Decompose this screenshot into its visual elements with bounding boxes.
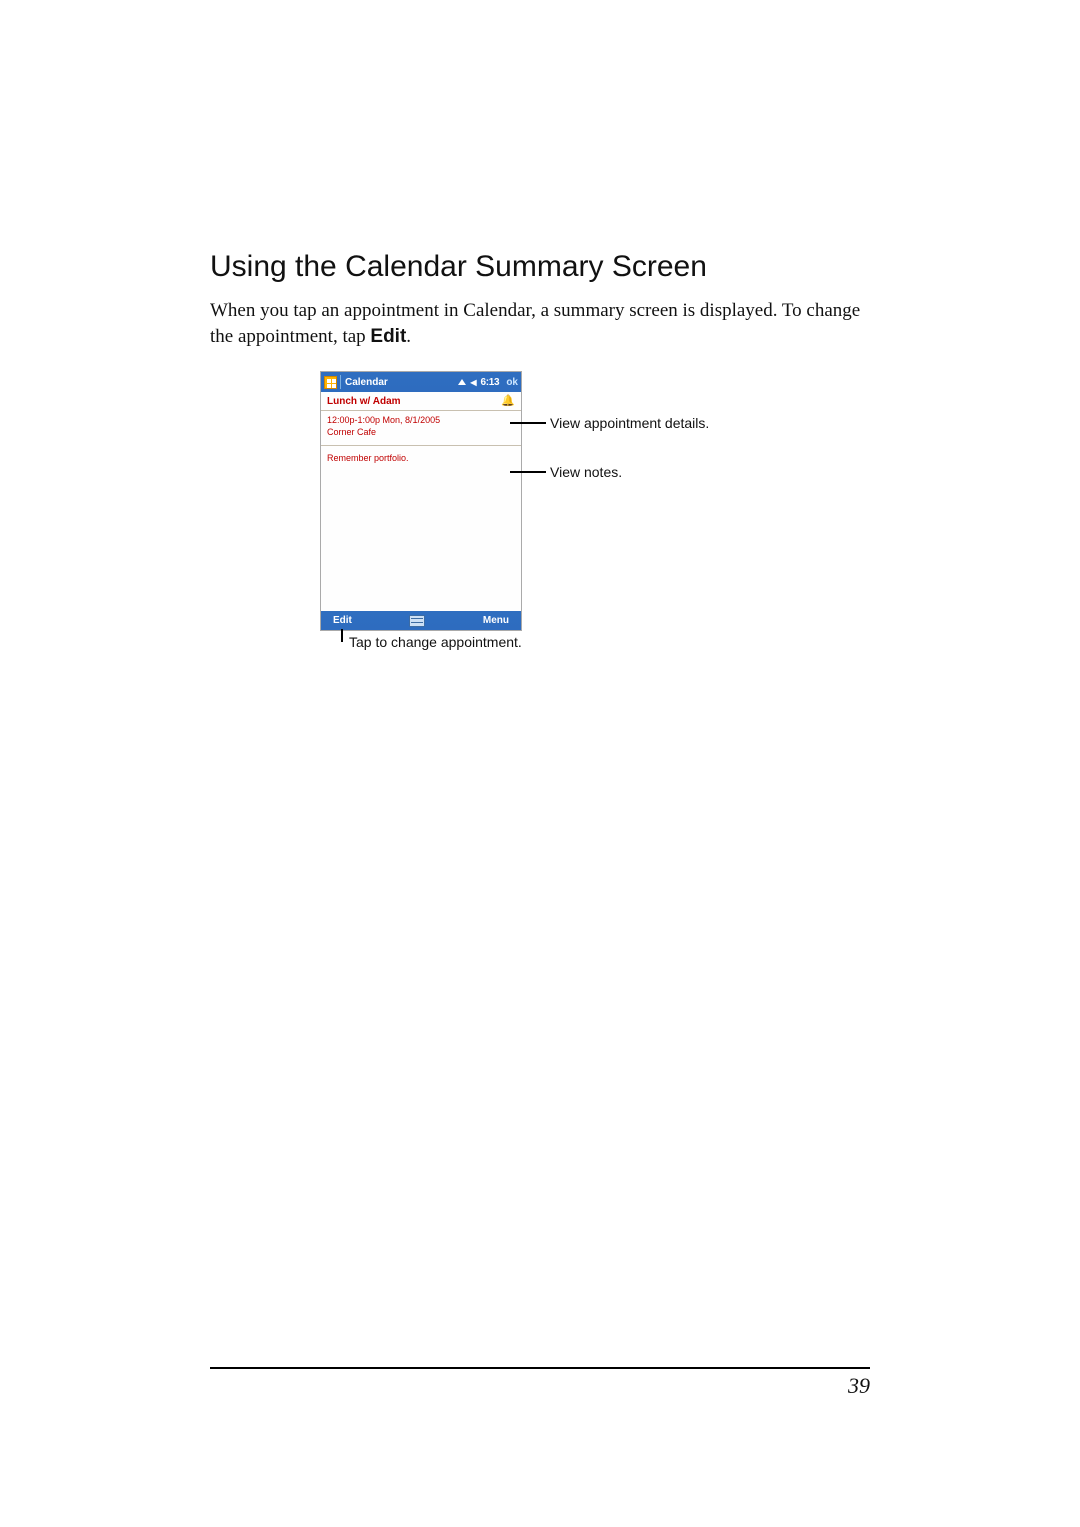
softkey-edit[interactable]: Edit: [333, 615, 352, 626]
section-title: Using the Calendar Summary Screen: [210, 250, 870, 284]
edit-keyword: Edit: [370, 326, 406, 347]
status-icons: 6:13 ok: [458, 377, 518, 388]
callout-details: View appointment details.: [550, 415, 709, 431]
keyboard-icon[interactable]: [409, 615, 425, 627]
appointment-location: Corner Cafe: [327, 427, 515, 439]
appointment-notes: Remember portfolio.: [321, 446, 521, 610]
callout-edit: Tap to change appointment.: [349, 634, 522, 650]
softkey-menu[interactable]: Menu: [483, 615, 509, 626]
content-area: Using the Calendar Summary Screen When y…: [210, 250, 870, 701]
appointment-time-date: 12:00p-1:00p Mon, 8/1/2005: [327, 415, 515, 427]
figure: Calendar 6:13 ok Lunch w/ Adam 🔔 12:00p-…: [210, 371, 870, 701]
footer-rule: [210, 1367, 870, 1369]
reminder-bell-icon[interactable]: 🔔: [501, 396, 515, 407]
ok-button[interactable]: ok: [503, 377, 518, 388]
callout-notes: View notes.: [550, 464, 622, 480]
callout-leader-details: [510, 422, 546, 424]
page: Using the Calendar Summary Screen When y…: [0, 0, 1080, 1527]
section-body: When you tap an appointment in Calendar,…: [210, 298, 870, 349]
start-icon[interactable]: [324, 376, 337, 389]
signal-icon: [458, 377, 466, 388]
page-number: 39: [210, 1373, 870, 1399]
softkey-bar: Edit Menu: [321, 611, 521, 630]
callout-leader-edit: [341, 629, 343, 642]
app-title: Calendar: [345, 377, 458, 388]
device-screenshot: Calendar 6:13 ok Lunch w/ Adam 🔔 12:00p-…: [320, 371, 522, 631]
page-footer: 39: [210, 1367, 870, 1399]
titlebar-divider: [340, 375, 341, 389]
appointment-title-row: Lunch w/ Adam 🔔: [321, 392, 521, 411]
device-titlebar: Calendar 6:13 ok: [321, 372, 521, 392]
clock-time: 6:13: [481, 377, 500, 388]
speaker-icon: [470, 377, 476, 388]
body-before: When you tap an appointment in Calendar,…: [210, 300, 860, 347]
body-after: .: [406, 326, 411, 347]
appointment-details: 12:00p-1:00p Mon, 8/1/2005 Corner Cafe: [321, 411, 521, 445]
appointment-title: Lunch w/ Adam: [327, 396, 401, 407]
callout-leader-notes: [510, 471, 546, 473]
